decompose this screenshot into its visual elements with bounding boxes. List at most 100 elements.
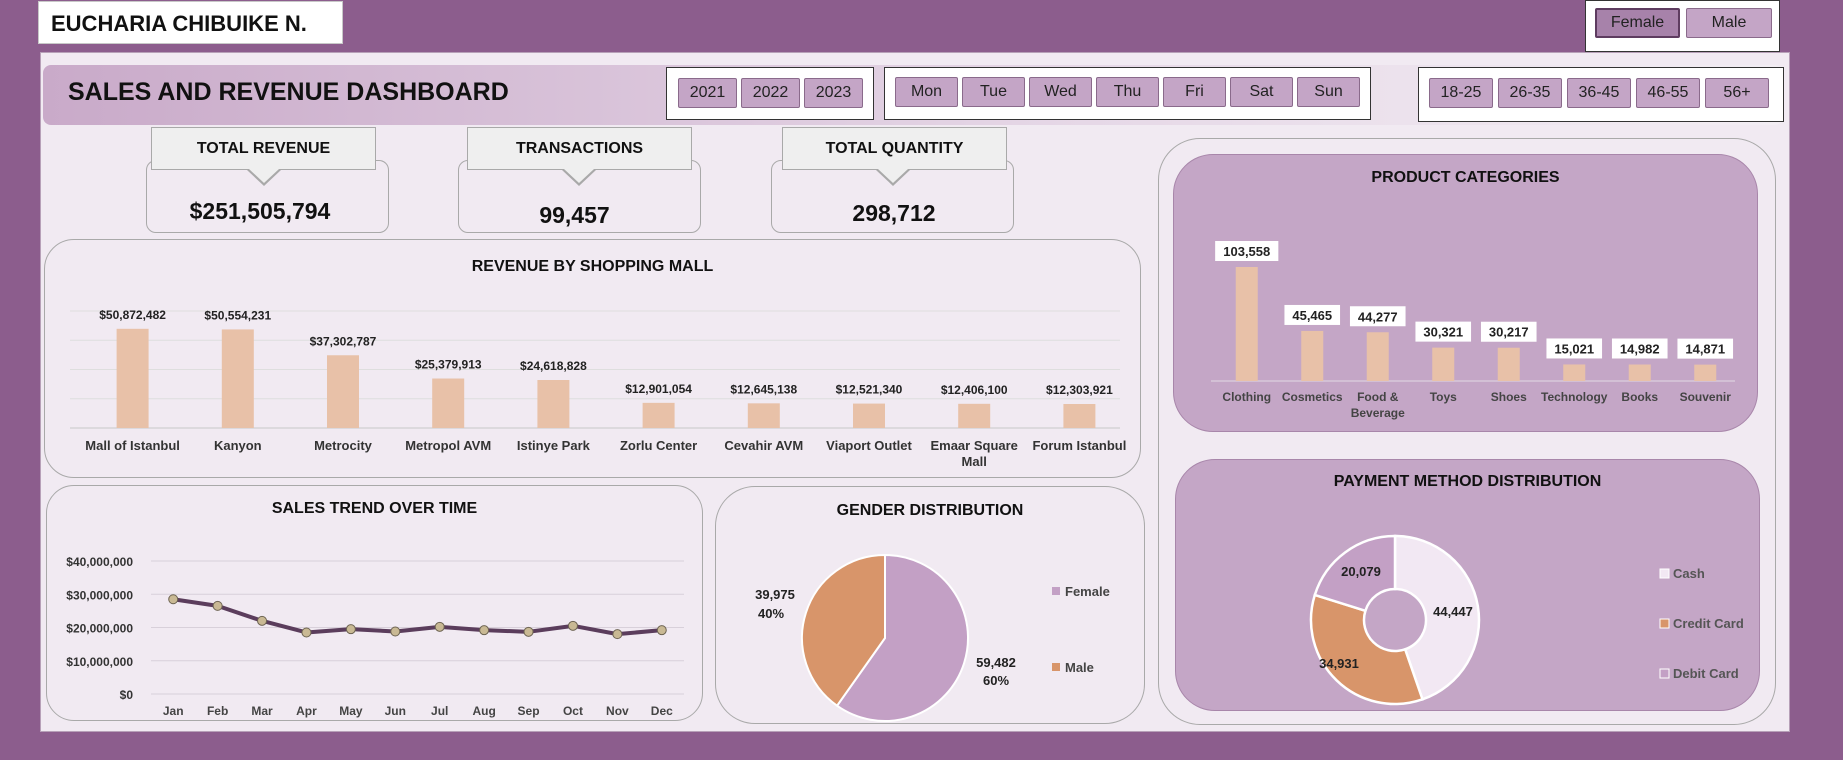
category-axis-label: Food & Beverage: [1351, 390, 1405, 420]
gender-value-label: 39,975: [755, 587, 795, 602]
mall-bar: [1063, 404, 1096, 428]
trend-point: [479, 625, 490, 636]
gender-percent-label: 60%: [983, 673, 1009, 688]
kpi-quantity-value: 298,712: [852, 200, 936, 226]
trend-x-tick: Nov: [606, 704, 629, 718]
category-axis-label: Souvenir: [1680, 390, 1732, 404]
mall-bar: [747, 403, 780, 428]
slicer-sat[interactable]: Sat: [1230, 77, 1293, 107]
kpi-quantity-label: TOTAL QUANTITY: [782, 127, 1007, 170]
mall-bar: [221, 329, 254, 428]
slicer-age-26-35[interactable]: 26-35: [1498, 78, 1562, 108]
mall-revenue-panel: REVENUE BY SHOPPING MALL $50,872,482 Mall…: [44, 239, 1141, 478]
gender-legend-swatch: [1052, 587, 1060, 595]
category-axis-label: Technology: [1541, 390, 1608, 404]
mall-data-label: $12,521,340: [836, 383, 903, 397]
trend-point: [523, 626, 534, 637]
trend-y-tick: $40,000,000: [66, 555, 133, 569]
mall-category-label: Zorlu Center: [620, 438, 697, 453]
mall-category-label: Metropol AVM: [405, 438, 491, 453]
mall-category-label: Cevahir AVM: [724, 438, 803, 453]
mall-category-label: Viaport Outlet: [826, 438, 912, 453]
mall-data-label: $12,901,054: [625, 382, 692, 396]
kpi-revenue-arrow: [247, 169, 281, 186]
mall-data-label: $12,303,921: [1046, 383, 1113, 397]
mall-category-label: Metrocity: [314, 438, 373, 453]
payment-value-label: 20,079: [1341, 564, 1381, 579]
category-data-label: 30,321: [1423, 325, 1463, 340]
mall-revenue-chart: $50,872,482 Mall of Istanbul $50,554,231 Ka…: [70, 308, 1126, 469]
gender-legend-swatch: [1052, 663, 1060, 671]
mall-bar: [958, 403, 991, 428]
payment-legend-swatch: [1659, 668, 1670, 679]
age-slicer: 18-25 26-35 36-45 46-55 56+: [1418, 67, 1784, 122]
mall-data-label: $37,302,787: [310, 334, 377, 348]
category-data-label: 15,021: [1554, 341, 1594, 356]
category-bar: [1694, 364, 1717, 381]
payment-slice: [1309, 593, 1425, 706]
slicer-age-18-25[interactable]: 18-25: [1429, 78, 1493, 108]
mall-category-label: Mall of Istanbul: [85, 438, 180, 453]
mall-data-label: $12,406,100: [941, 383, 1008, 397]
trend-y-tick: $0: [120, 688, 134, 702]
kpi-revenue-value: $251,505,794: [189, 198, 331, 224]
payment-value-label: 44,447: [1433, 604, 1473, 619]
payment-method-panel: PAYMENT METHOD DISTRIBUTION 44,447 34,931…: [1175, 459, 1760, 711]
slicer-age-56-plus[interactable]: 56+: [1705, 78, 1769, 108]
category-bar: [1563, 364, 1586, 381]
slicer-2022[interactable]: 2022: [741, 78, 800, 108]
category-axis-label: Clothing: [1222, 390, 1271, 404]
slicer-sun[interactable]: Sun: [1297, 77, 1360, 107]
trend-x-tick: Feb: [207, 704, 228, 718]
trend-y-tick: $20,000,000: [66, 622, 133, 636]
trend-point: [434, 621, 445, 632]
author-name: EUCHARIA CHIBUIKE N.: [38, 1, 343, 44]
year-slicer: 2021 2022 2023: [666, 67, 874, 120]
gender-legend-label: Male: [1065, 660, 1094, 675]
slicer-2023[interactable]: 2023: [804, 78, 863, 108]
sales-trend-panel: SALES TREND OVER TIME $0 $10,000,000 $20,0…: [46, 485, 703, 721]
trend-point: [301, 627, 312, 638]
trend-y-tick: $10,000,000: [66, 655, 133, 669]
category-bar: [1497, 347, 1520, 381]
mall-category-label: Istinye Park: [517, 438, 591, 453]
slicer-fri[interactable]: Fri: [1163, 77, 1226, 107]
mall-bar: [853, 403, 885, 428]
slicer-2021[interactable]: 2021: [678, 78, 737, 108]
trend-point: [168, 594, 179, 605]
mall-category-label: Kanyon: [214, 438, 262, 453]
slicer-age-46-55[interactable]: 46-55: [1636, 78, 1700, 108]
trend-point: [656, 625, 667, 636]
payment-value-label: 34,931: [1319, 656, 1359, 671]
mall-data-label: $24,618,828: [520, 359, 587, 373]
category-axis-label: Books: [1621, 390, 1658, 404]
payment-legend-label: Cash: [1673, 566, 1705, 581]
slicer-mon[interactable]: Mon: [895, 77, 958, 107]
category-data-label: 45,465: [1292, 308, 1332, 323]
slicer-wed[interactable]: Wed: [1029, 77, 1092, 107]
trend-x-tick: Sep: [518, 704, 540, 718]
trend-x-tick: Aug: [472, 704, 495, 718]
slicer-male[interactable]: Male: [1686, 8, 1772, 38]
mall-bar: [432, 378, 465, 428]
category-axis-label: Cosmetics: [1282, 390, 1343, 404]
trend-x-tick: May: [339, 704, 363, 718]
trend-y-tick: $30,000,000: [66, 588, 133, 602]
trend-point: [345, 624, 356, 635]
trend-point: [212, 600, 223, 611]
mall-bar: [327, 355, 359, 428]
slicer-thu[interactable]: Thu: [1096, 77, 1159, 107]
trend-x-tick: Jan: [163, 704, 184, 718]
slicer-female[interactable]: Female: [1595, 8, 1680, 38]
slicer-age-36-45[interactable]: 36-45: [1567, 78, 1631, 108]
category-bar: [1628, 364, 1651, 381]
trend-line: [172, 597, 662, 637]
category-bar: [1432, 347, 1455, 381]
slicer-tue[interactable]: Tue: [962, 77, 1025, 107]
gender-legend-label: Female: [1065, 584, 1110, 599]
category-data-label: 14,871: [1685, 342, 1725, 357]
product-categories-panel: PRODUCT CATEGORIES 103,558 Clothing 45,465…: [1173, 154, 1758, 432]
category-data-label: 30,217: [1489, 325, 1529, 340]
category-data-label: 14,982: [1620, 342, 1660, 357]
mall-data-label: $12,645,138: [730, 382, 797, 396]
